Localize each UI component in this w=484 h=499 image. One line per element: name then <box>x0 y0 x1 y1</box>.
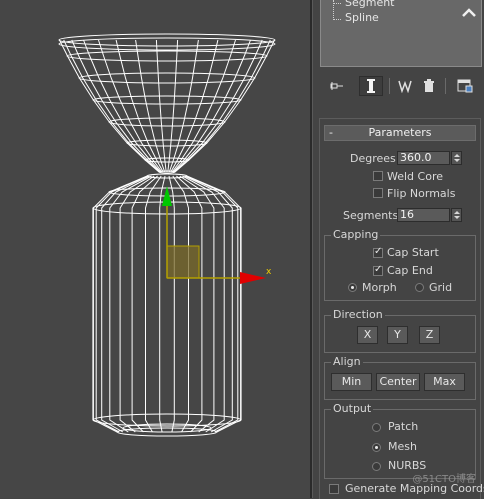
align-title: Align <box>331 355 363 369</box>
parameters-rollout: - Parameters Degrees: 360.0 Weld Core Fl… <box>319 118 484 499</box>
capping-title: Capping <box>331 228 381 242</box>
mesh-label: Mesh <box>388 440 417 453</box>
direction-y-button[interactable]: Y <box>387 326 408 344</box>
degrees-field[interactable]: 360.0 <box>397 151 450 165</box>
cap-end-checkbox[interactable] <box>373 264 383 276</box>
wire-meridian <box>185 175 239 433</box>
wire-ring <box>108 117 226 127</box>
wire-meridian <box>101 175 150 433</box>
grid-label: Grid <box>429 281 453 294</box>
direction-x-button[interactable]: X <box>357 326 378 344</box>
cap-end-label: Cap End <box>387 264 433 277</box>
remove-modifier-icon[interactable] <box>417 76 441 96</box>
degrees-label: Degrees: <box>350 152 400 165</box>
wire-meridian <box>184 175 233 433</box>
make-unique-icon[interactable] <box>393 76 417 96</box>
direction-z-button[interactable]: Z <box>419 326 440 344</box>
patch-radio[interactable] <box>372 423 381 432</box>
morph-label: Morph <box>362 281 397 294</box>
wire-meridian <box>95 175 149 433</box>
output-group: Output Patch Mesh NURBS <box>324 402 476 479</box>
output-title: Output <box>331 402 374 416</box>
segments-field[interactable]: 16 <box>397 208 450 222</box>
parameters-title: Parameters <box>368 126 432 139</box>
stack-item-spline[interactable]: Spline <box>345 11 379 25</box>
align-max-button[interactable]: Max <box>424 373 465 391</box>
modifier-stack-list[interactable]: Segment Spline <box>320 0 482 67</box>
wire-ring <box>126 139 208 147</box>
degrees-spinner-arrows[interactable] <box>451 151 462 165</box>
show-end-result-icon[interactable] <box>359 76 383 96</box>
gizmo-x-arrow <box>240 272 266 284</box>
align-min-button[interactable]: Min <box>331 373 372 391</box>
chevron-up-icon[interactable] <box>461 6 477 18</box>
toolbar-separator <box>389 78 390 94</box>
weld-core-label: Weld Core <box>387 170 443 183</box>
align-center-button[interactable]: Center <box>376 373 420 391</box>
capping-group: Capping Cap Start Cap End Morph Grid <box>324 228 476 301</box>
gizmo-x-label: x <box>266 267 272 277</box>
segments-label: Segments: <box>343 209 402 222</box>
morph-radio[interactable] <box>348 283 357 292</box>
wire-ring <box>66 50 268 62</box>
parameters-rollout-header[interactable]: - Parameters <box>324 125 476 141</box>
stack-tree-branch <box>333 19 341 20</box>
align-group: Align Min Center Max <box>324 355 476 400</box>
nurbs-radio[interactable] <box>372 462 381 471</box>
collapse-icon[interactable]: - <box>329 126 333 140</box>
generate-mapping-checkbox[interactable] <box>329 484 339 494</box>
wire-ring <box>78 72 256 84</box>
wire-meridian <box>179 175 215 433</box>
lathe-wireframe[interactable]: x <box>0 0 312 498</box>
stack-tree-branch <box>333 3 341 4</box>
command-panel: Segment Spline - Parameters Degrees: 360… <box>312 0 484 499</box>
configure-modifier-sets-icon[interactable] <box>453 76 477 96</box>
flip-normals-checkbox[interactable] <box>373 188 383 198</box>
watermark: @51CTO博客 <box>412 474 476 485</box>
perspective-viewport[interactable]: x <box>0 0 312 498</box>
wire-meridian <box>119 175 155 433</box>
toolbar-separator <box>445 78 446 94</box>
direction-group: Direction X Y Z <box>324 308 476 353</box>
cap-start-label: Cap Start <box>387 246 439 259</box>
mesh-radio[interactable] <box>372 443 381 452</box>
weld-core-checkbox[interactable] <box>373 171 383 181</box>
modifier-stack-toolbar <box>313 72 484 100</box>
segments-spinner-arrows[interactable] <box>451 208 462 222</box>
wire-ring <box>92 95 242 105</box>
flip-normals-label: Flip Normals <box>387 187 456 200</box>
grid-radio[interactable] <box>415 283 424 292</box>
stack-item-segment[interactable]: Segment <box>345 0 395 10</box>
cap-start-checkbox[interactable] <box>373 246 383 258</box>
pivot-square <box>166 245 200 279</box>
pin-stack-icon[interactable] <box>325 76 349 96</box>
direction-title: Direction <box>331 308 385 322</box>
patch-label: Patch <box>388 420 419 433</box>
